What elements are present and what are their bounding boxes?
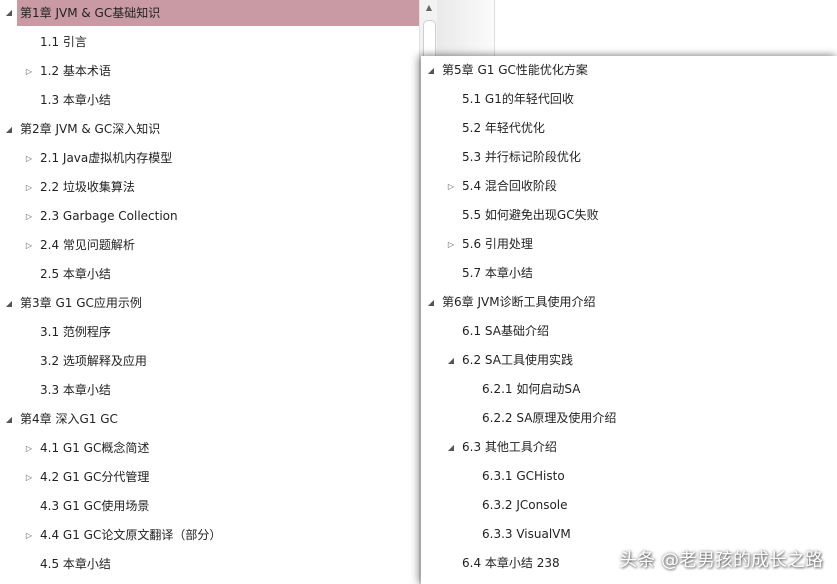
toc-item-label: 第6章 JVM诊断工具使用介绍 xyxy=(442,295,596,309)
toc-item-label: 5.1 G1的年轻代回收 xyxy=(462,92,574,106)
toc-chapter[interactable]: ◢ 第2章 JVM & GC深入知识 xyxy=(0,115,419,144)
toc-item[interactable]: ▷ 2.1 Java虚拟机内存模型 xyxy=(0,144,419,173)
toc-item-label: 4.1 G1 GC概念简述 xyxy=(40,441,150,455)
toc-item[interactable]: ▷ 4.4 G1 GC论文原文翻译（部分） xyxy=(0,521,419,550)
collapsed-arrow-icon[interactable]: ▷ xyxy=(24,173,34,202)
toc-item-label: 2.3 Garbage Collection xyxy=(40,209,178,223)
toc-item[interactable]: 6.3.3 VisualVM xyxy=(421,520,837,549)
toc-item[interactable]: ◢ 6.2 SA工具使用实践 xyxy=(421,346,837,375)
toc-item-label: 2.2 垃圾收集算法 xyxy=(40,180,135,194)
toc-item[interactable]: 6.2.1 如何启动SA xyxy=(421,375,837,404)
right-toc-pane: ◢ 第5章 G1 GC性能优化方案 5.1 G1的年轻代回收 5.2 年轻代优化 5.3… xyxy=(421,56,837,584)
expanded-arrow-icon[interactable]: ◢ xyxy=(426,56,436,85)
toc-item[interactable]: ▷ 2.4 常见问题解析 xyxy=(0,231,419,260)
toc-item-label: 5.4 混合回收阶段 xyxy=(462,179,557,193)
toc-item-label: 5.7 本章小结 xyxy=(462,266,533,280)
toc-item[interactable]: ▷ 1.2 基本术语 xyxy=(0,57,419,86)
expanded-arrow-icon[interactable]: ◢ xyxy=(4,115,14,144)
toc-item-label: 6.3.2 JConsole xyxy=(482,498,568,512)
toc-item[interactable]: 2.5 本章小结 xyxy=(0,260,419,289)
collapsed-arrow-icon[interactable]: ▷ xyxy=(24,202,34,231)
toc-item[interactable]: 3.3 本章小结 xyxy=(0,376,419,405)
toc-item-label: 2.1 Java虚拟机内存模型 xyxy=(40,151,173,165)
expanded-arrow-icon[interactable]: ◢ xyxy=(4,289,14,318)
watermark: 头条 @老男孩的成长之路 xyxy=(619,550,823,571)
expanded-arrow-icon[interactable]: ◢ xyxy=(4,0,14,26)
toc-item[interactable]: 6.3.1 GCHisto xyxy=(421,462,837,491)
toc-chapter[interactable]: ◢ 第6章 JVM诊断工具使用介绍 xyxy=(421,288,837,317)
collapsed-arrow-icon[interactable]: ▷ xyxy=(24,57,34,86)
expanded-arrow-icon[interactable]: ◢ xyxy=(4,405,14,434)
toc-item-label: 2.5 本章小结 xyxy=(40,267,111,281)
toc-item-label: 6.2.2 SA原理及使用介绍 xyxy=(482,411,617,425)
collapsed-arrow-icon[interactable]: ▷ xyxy=(446,172,456,201)
toc-item[interactable]: 6.1 SA基础介绍 xyxy=(421,317,837,346)
toc-item-label: 第4章 深入G1 GC xyxy=(20,412,118,426)
toc-item-label: 3.3 本章小结 xyxy=(40,383,111,397)
collapsed-arrow-icon[interactable]: ▷ xyxy=(24,521,34,550)
collapsed-arrow-icon[interactable]: ▷ xyxy=(24,144,34,173)
toc-item[interactable]: ▷ 4.2 G1 GC分代管理 xyxy=(0,463,419,492)
scroll-up-arrow-icon[interactable]: ▲ xyxy=(420,0,438,16)
toc-item-label: 4.2 G1 GC分代管理 xyxy=(40,470,150,484)
toc-chapter[interactable]: ◢ 第3章 G1 GC应用示例 xyxy=(0,289,419,318)
toc-item-label: 6.3.1 GCHisto xyxy=(482,469,565,483)
expanded-arrow-icon[interactable]: ◢ xyxy=(446,433,456,462)
collapsed-arrow-icon[interactable]: ▷ xyxy=(24,434,34,463)
toc-item-label: 6.1 SA基础介绍 xyxy=(462,324,549,338)
toc-item-label: 1.2 基本术语 xyxy=(40,64,111,78)
collapsed-arrow-icon[interactable]: ▷ xyxy=(446,230,456,259)
toc-item[interactable]: 6.2.2 SA原理及使用介绍 xyxy=(421,404,837,433)
toc-item-label: 5.5 如何避免出现GC失败 xyxy=(462,208,599,222)
toc-item[interactable]: ◢ 6.3 其他工具介绍 xyxy=(421,433,837,462)
toc-chapter[interactable]: ◢ 第4章 深入G1 GC xyxy=(0,405,419,434)
collapsed-arrow-icon[interactable]: ▷ xyxy=(24,231,34,260)
toc-item-label: 4.4 G1 GC论文原文翻译（部分） xyxy=(40,528,222,542)
toc-item[interactable]: 1.3 本章小结 xyxy=(0,86,419,115)
toc-item-label: 6.3 其他工具介绍 xyxy=(462,440,557,454)
toc-item-label: 4.3 G1 GC使用场景 xyxy=(40,499,150,513)
toc-item-label: 5.2 年轻代优化 xyxy=(462,121,545,135)
toc-item[interactable]: 4.5 本章小结 xyxy=(0,550,419,579)
toc-item[interactable]: 6.3.2 JConsole xyxy=(421,491,837,520)
toc-item[interactable]: ▷ 2.3 Garbage Collection xyxy=(0,202,419,231)
toc-item[interactable]: 5.7 本章小结 xyxy=(421,259,837,288)
toc-item[interactable]: ▷ 4.1 G1 GC概念简述 xyxy=(0,434,419,463)
toc-item[interactable]: ▷ 2.2 垃圾收集算法 xyxy=(0,173,419,202)
left-toc-pane: ◢ 第1章 JVM & GC基础知识 1.1 引言 ▷ 1.2 基本术语 1.3 本章小结… xyxy=(0,0,437,584)
toc-item[interactable]: ▷ 5.4 混合回收阶段 xyxy=(421,172,837,201)
toc-item[interactable]: 5.5 如何避免出现GC失败 xyxy=(421,201,837,230)
toc-item-label: 6.2.1 如何启动SA xyxy=(482,382,581,396)
toc-item-selected[interactable]: ◢ 第1章 JVM & GC基础知识 xyxy=(6,0,419,26)
collapsed-arrow-icon[interactable]: ▷ xyxy=(24,463,34,492)
toc-item[interactable]: 3.1 范例程序 xyxy=(0,318,419,347)
toc-item-label: 第3章 G1 GC应用示例 xyxy=(20,296,142,310)
toc-chapter[interactable]: ◢ 第5章 G1 GC性能优化方案 xyxy=(421,56,837,85)
toc-item[interactable]: 5.2 年轻代优化 xyxy=(421,114,837,143)
expanded-arrow-icon[interactable]: ◢ xyxy=(426,288,436,317)
toc-item-label: 5.6 引用处理 xyxy=(462,237,533,251)
toc-item-label: 6.2 SA工具使用实践 xyxy=(462,353,573,367)
toc-item-label: 6.4 本章小结 238 xyxy=(462,556,560,570)
toc-item[interactable]: ▷ 5.6 引用处理 xyxy=(421,230,837,259)
toc-item-label: 2.4 常见问题解析 xyxy=(40,238,135,252)
toc-item[interactable]: 4.3 G1 GC使用场景 xyxy=(0,492,419,521)
toc-item[interactable]: 1.1 引言 xyxy=(0,28,419,57)
toc-item[interactable]: 5.3 并行标记阶段优化 xyxy=(421,143,837,172)
toc-item[interactable]: 3.2 选项解释及应用 xyxy=(0,347,419,376)
toc-item-label: 1.3 本章小结 xyxy=(40,93,111,107)
toc-item-label: 3.2 选项解释及应用 xyxy=(40,354,147,368)
toc-item-label: 第5章 G1 GC性能优化方案 xyxy=(442,63,588,77)
toc-item-label: 1.1 引言 xyxy=(40,35,87,49)
toc-item-label: 4.5 本章小结 xyxy=(40,557,111,571)
toc-item-label: 3.1 范例程序 xyxy=(40,325,111,339)
toc-item-label: 第2章 JVM & GC深入知识 xyxy=(20,122,161,136)
toc-item-label: 第1章 JVM & GC基础知识 xyxy=(20,6,161,20)
toc-item-label: 5.3 并行标记阶段优化 xyxy=(462,150,581,164)
toc-item-label: 6.3.3 VisualVM xyxy=(482,527,571,541)
toc-item[interactable]: 5.1 G1的年轻代回收 xyxy=(421,85,837,114)
expanded-arrow-icon[interactable]: ◢ xyxy=(446,346,456,375)
